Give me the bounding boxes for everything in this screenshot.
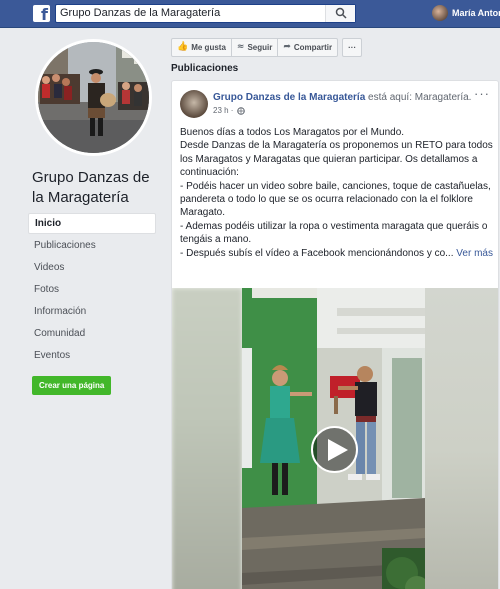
post-header: Grupo Danzas de la Maragatería está aquí… <box>213 92 471 103</box>
search-input[interactable]: Grupo Danzas de la Maragatería <box>55 4 356 23</box>
rss-icon: ≈ <box>236 42 245 52</box>
profile-photo-image <box>38 42 149 153</box>
post-video[interactable] <box>172 288 498 589</box>
post-paragraph: Desde Danzas de la Maragatería os propon… <box>180 140 493 179</box>
left-sidebar: Grupo Danzas de la Maragatería Inicio Pu… <box>28 28 163 589</box>
thumbs-up-icon: 👍 <box>177 42 189 52</box>
post-meta: 23 h · <box>213 106 246 115</box>
post-options-button[interactable]: ··· <box>474 87 490 100</box>
user-avatar[interactable] <box>432 5 448 21</box>
post-body: Buenos días a todos Los Maragatos por el… <box>180 126 494 260</box>
facebook-logo-icon[interactable]: f <box>33 5 50 22</box>
page-profile-picture[interactable] <box>35 39 152 156</box>
nav-item-eventos[interactable]: Eventos <box>28 345 156 366</box>
user-name[interactable]: María Anton <box>452 8 500 18</box>
page-nav: Inicio Publicaciones Videos Fotos Inform… <box>28 213 156 367</box>
play-button[interactable] <box>311 426 358 473</box>
search-button[interactable] <box>325 5 355 22</box>
share-icon: ➦ <box>283 42 291 52</box>
like-label: Me gusta <box>191 43 226 52</box>
main-column: 👍 Me gusta ≈ Seguir ➦ Compartir ··· Publ… <box>163 28 500 589</box>
post-paragraph: - Ademas podéis utilizar la ropa o vesti… <box>180 220 488 246</box>
post-author-link[interactable]: Grupo Danzas de la Maragatería <box>213 92 365 103</box>
nav-item-inicio[interactable]: Inicio <box>28 213 156 234</box>
nav-item-comunidad[interactable]: Comunidad <box>28 323 156 344</box>
create-page-button[interactable]: Crear una página <box>32 376 112 395</box>
video-blur-right <box>425 288 498 589</box>
page-action-bar: 👍 Me gusta ≈ Seguir ➦ Compartir ··· <box>171 38 363 57</box>
post-time[interactable]: 23 h · <box>213 106 233 115</box>
top-bar: f Grupo Danzas de la Maragatería María A… <box>0 0 500 28</box>
follow-label: Seguir <box>247 43 273 52</box>
search-icon <box>335 7 347 19</box>
post-paragraph: Buenos días a todos Los Maragatos por el… <box>180 127 405 138</box>
post-card: Grupo Danzas de la Maragatería está aquí… <box>171 80 499 589</box>
see-more-link[interactable]: Ver más <box>454 248 493 259</box>
section-title: Publicaciones <box>171 63 239 74</box>
post-paragraph-last: - Después subís el vídeo a Facebook menc… <box>180 247 494 260</box>
post-author-avatar[interactable] <box>180 90 208 118</box>
nav-item-informacion[interactable]: Información <box>28 301 156 322</box>
follow-button[interactable]: ≈ Seguir <box>231 38 279 57</box>
search-value[interactable]: Grupo Danzas de la Maragatería <box>60 7 220 19</box>
nav-item-fotos[interactable]: Fotos <box>28 279 156 300</box>
page-title[interactable]: Grupo Danzas de la Maragatería <box>32 168 162 208</box>
post-location-text: está aquí: Maragatería. <box>365 92 472 103</box>
like-button[interactable]: 👍 Me gusta <box>171 38 232 57</box>
nav-item-publicaciones[interactable]: Publicaciones <box>28 235 156 256</box>
share-label: Compartir <box>293 43 333 52</box>
post-paragraph: - Podéis hacer un video sobre baile, can… <box>180 180 491 219</box>
video-blur-left <box>172 288 242 589</box>
more-options-button[interactable]: ··· <box>342 38 363 57</box>
nav-item-videos[interactable]: Videos <box>28 257 156 278</box>
share-button[interactable]: ➦ Compartir <box>278 38 339 57</box>
post-paragraph-text: - Después subís el vídeo a Facebook menc… <box>180 247 454 259</box>
play-icon <box>328 439 348 461</box>
globe-icon <box>237 106 246 115</box>
